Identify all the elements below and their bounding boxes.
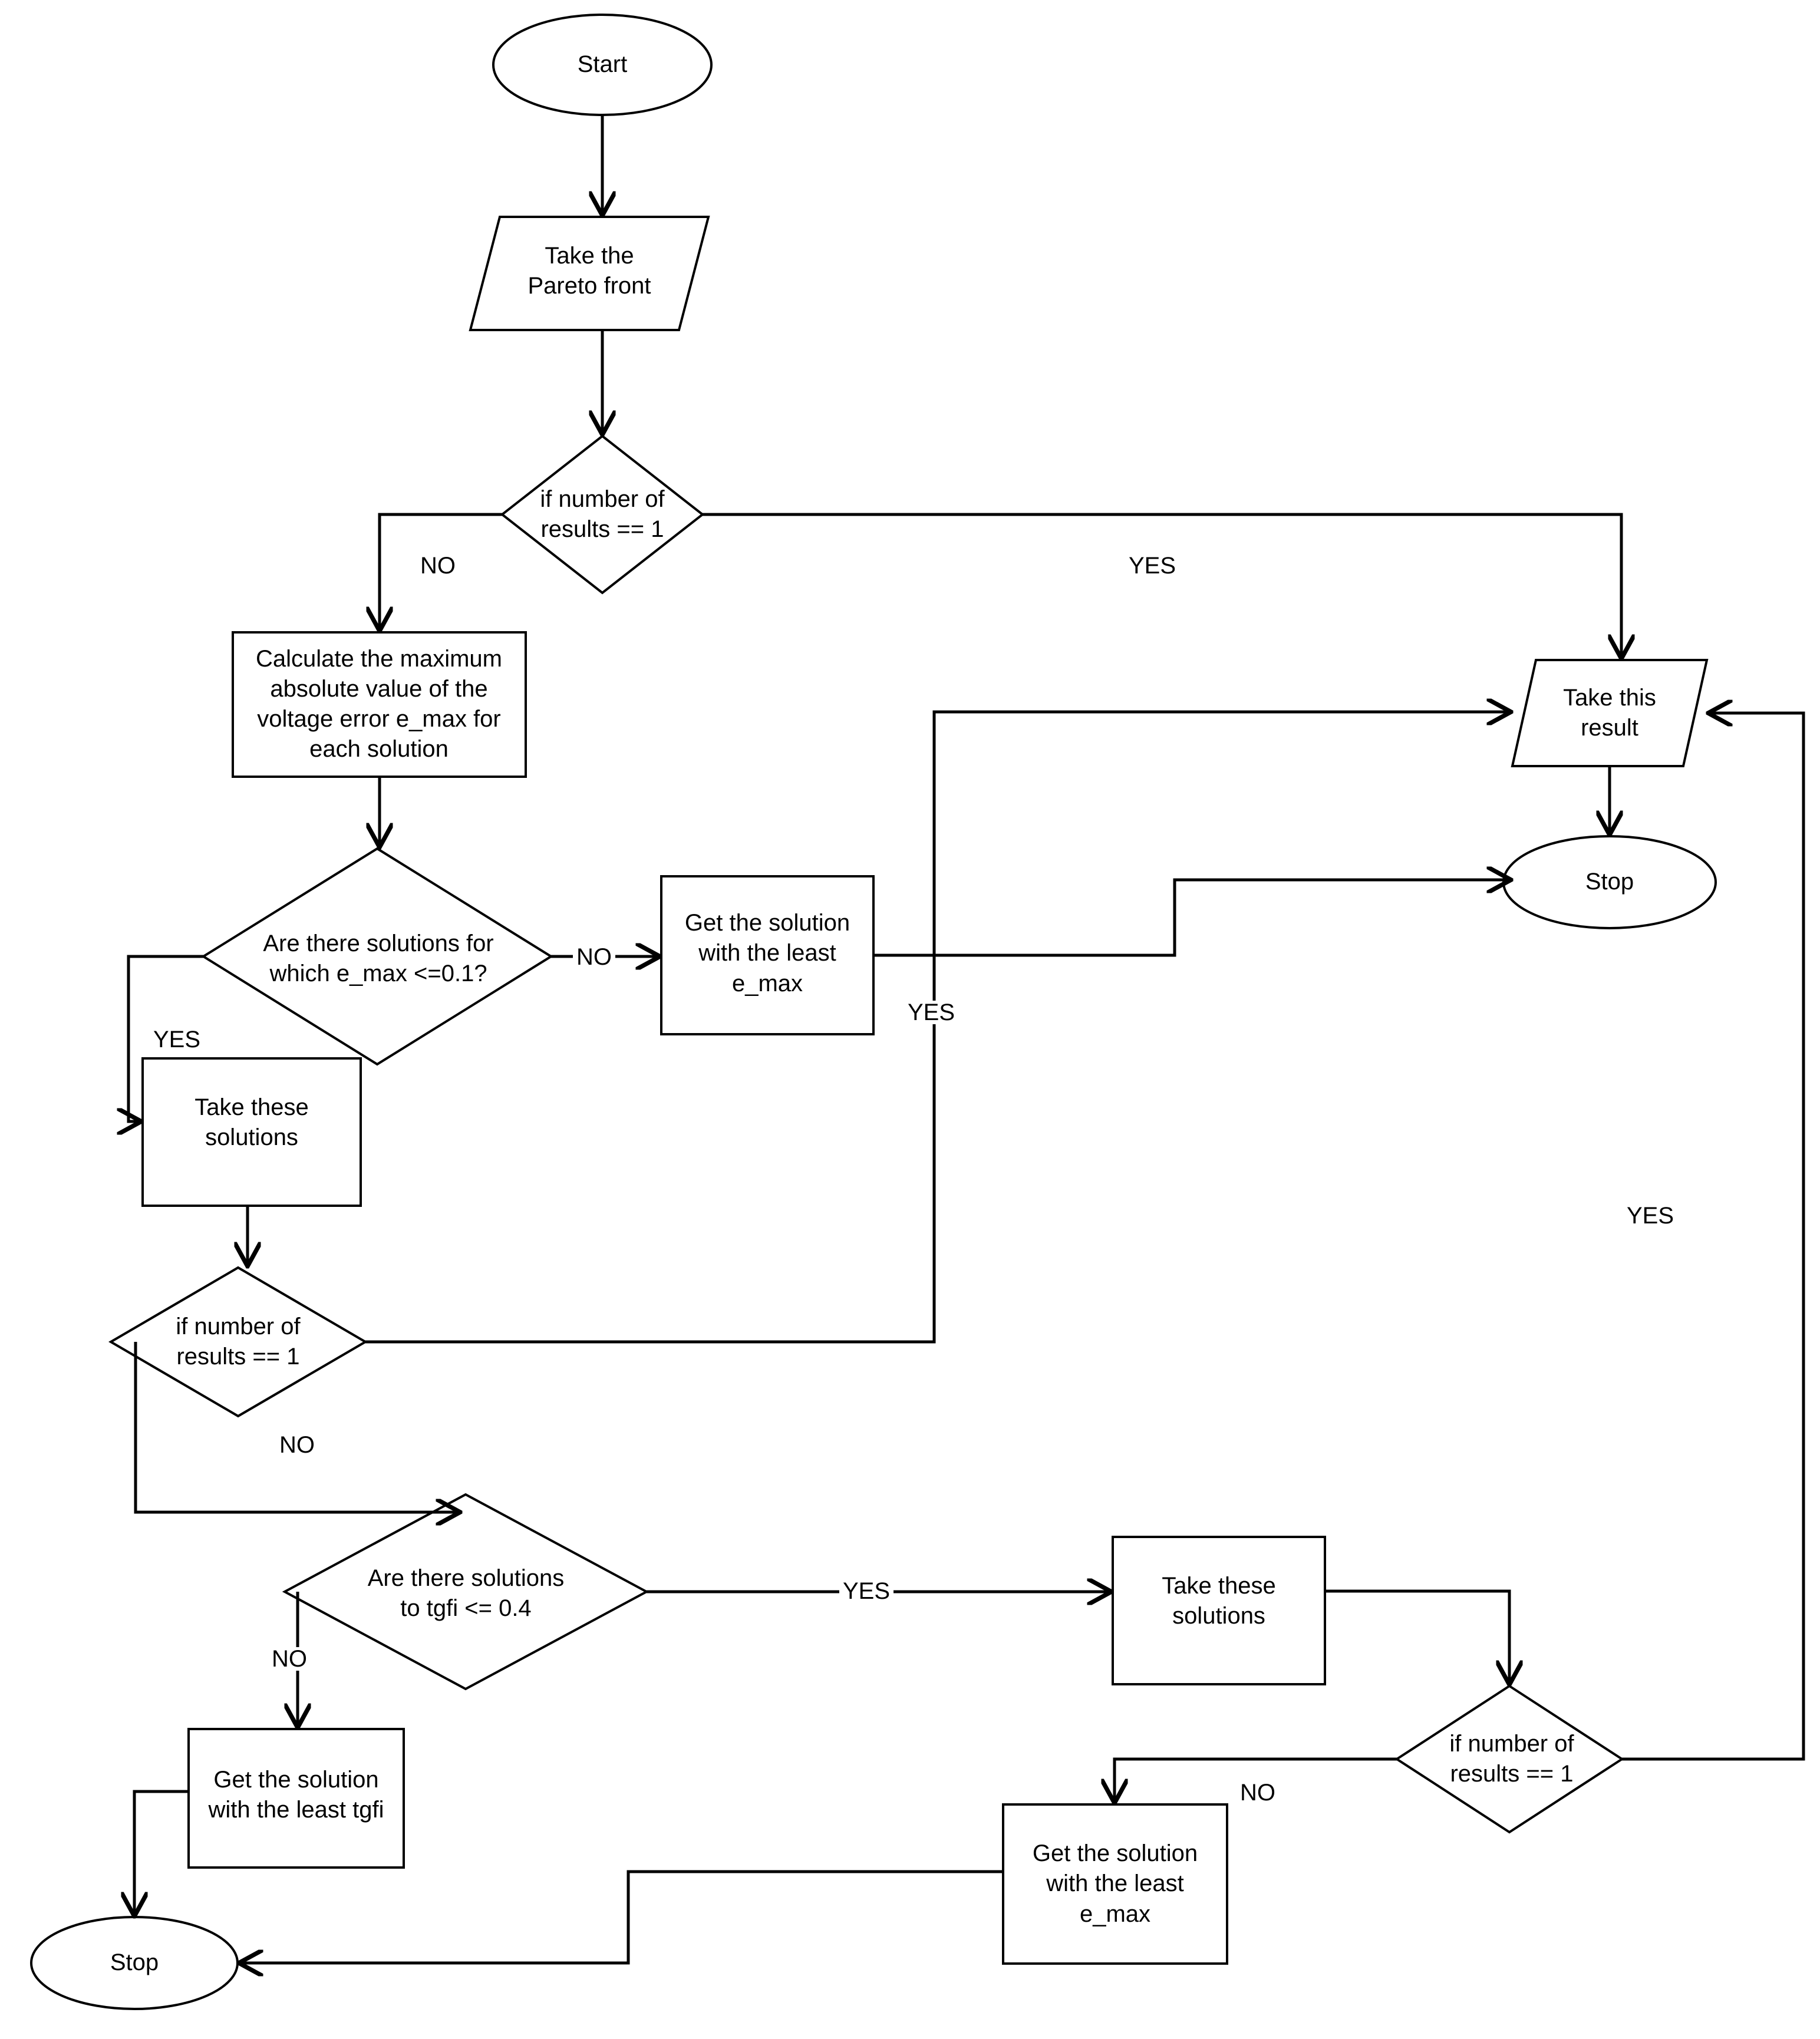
edge-label-mid-no: NO bbox=[276, 1433, 318, 1457]
shape-are-emax bbox=[201, 847, 553, 1066]
shape-take-pareto bbox=[469, 216, 710, 331]
edge-label-emax-yes: YES bbox=[150, 1028, 205, 1051]
edge-get-emax-top-to-result bbox=[873, 880, 1509, 957]
shape-if-results-bot bbox=[1394, 1684, 1624, 1834]
shape-stop-bottom bbox=[30, 1916, 239, 2010]
shape-get-least-emax-top bbox=[660, 875, 875, 1035]
flowchart-canvas: Start Take the Pareto front if number of… bbox=[0, 0, 1820, 2039]
edge-if-top-yes bbox=[703, 513, 1621, 656]
shape-get-least-tgfi bbox=[187, 1728, 405, 1869]
edge-if-mid-yes bbox=[365, 712, 1509, 1344]
edge-get-tgfi-to-stop bbox=[134, 1790, 189, 1914]
shape-if-results-top bbox=[500, 434, 705, 595]
edge-label-top-yes: YES bbox=[1125, 554, 1180, 578]
shape-calc-emax bbox=[232, 631, 527, 778]
edge-label-emax-no: NO bbox=[573, 945, 615, 969]
shape-stop-top bbox=[1502, 835, 1717, 929]
shape-start bbox=[492, 14, 713, 116]
shape-are-tgfi bbox=[282, 1493, 649, 1691]
shape-take-these-2 bbox=[1112, 1536, 1326, 1685]
shape-take-this-result bbox=[1511, 659, 1709, 767]
shape-get-least-emax-bot bbox=[1002, 1803, 1228, 1965]
edge-label-tgfi-yes: YES bbox=[839, 1579, 894, 1603]
edge-label-mid-yes: YES bbox=[904, 1001, 959, 1024]
edge-label-bot-yes: YES bbox=[1623, 1204, 1678, 1228]
edge-label-bot-no: NO bbox=[1237, 1781, 1279, 1804]
edge-get-emax-bot-to-stop bbox=[241, 1870, 1003, 1963]
edge-take2-to-if-bot bbox=[1325, 1589, 1509, 1682]
shape-take-these-1 bbox=[141, 1057, 362, 1207]
shape-if-results-mid bbox=[108, 1266, 368, 1418]
edge-label-tgfi-no: NO bbox=[268, 1647, 311, 1671]
edge-label-top-no: NO bbox=[417, 554, 459, 578]
